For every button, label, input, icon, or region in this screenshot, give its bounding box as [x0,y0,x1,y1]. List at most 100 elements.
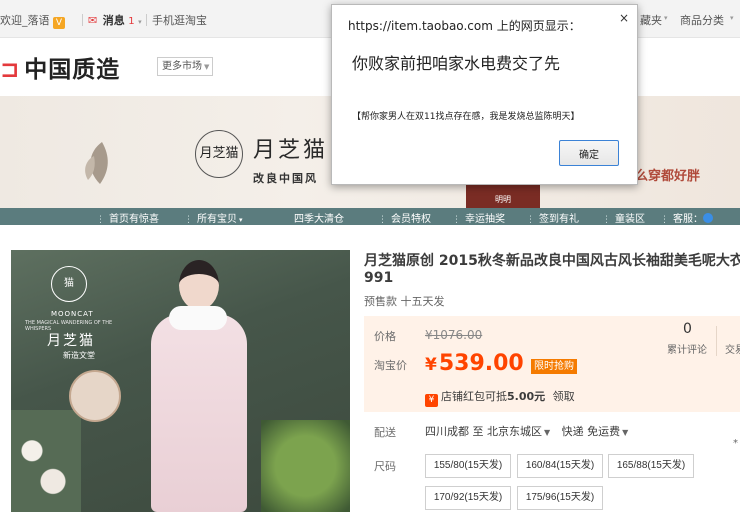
nav-item-all-items[interactable]: ⋮ 所有宝贝 ▾ [184,210,243,225]
product-title: 月芝猫原创 2015秋冬新品改良中国风古风长袖甜美毛呢大衣女 [364,253,740,269]
fur-collar [169,306,227,330]
dialog-sub-message: 【帮你家男人在双11找点存在感，我是发烧总监陈明天】 [352,112,580,122]
delivery-dropdown[interactable]: 快递 免运费 [562,425,621,438]
nav-item-lottery[interactable]: ⋮ 幸运抽奖 [452,210,505,225]
dialog-title: https://item.taobao.com 上的网页显示： [348,19,581,33]
chevron-down-icon: ▼ [622,428,629,437]
site-logo[interactable]: ⊐ 中国质造 [0,50,120,84]
vip-icon: V [53,17,65,29]
nav-dots-icon: ⋮ [526,215,535,225]
image-brand: 月芝猫 [47,333,95,349]
more-markets-label: 更多市场 [162,61,202,72]
nav-dots-icon: ⋮ [96,215,105,225]
image-brand-logo: 猫 [51,266,87,302]
price-label: 价格 [374,330,396,343]
chevron-down-icon: ▾ [664,14,668,22]
banner-badge-text: 明明 [495,195,511,204]
messages-count: 1 [128,16,135,27]
brand-logo-circle: 月芝猫 [195,130,243,178]
nav-item-member[interactable]: ⋮ 会员特权 [378,210,431,225]
nav-dots-icon: ⋮ [184,215,193,225]
logo-mark-icon: ⊐ [0,57,21,83]
coupon-icon: ¥ [425,394,438,407]
product-title-cont: 991 [364,270,394,286]
round-fan [69,370,121,422]
stats-divider [716,326,717,356]
nav-item-label: 四季大清仓 [294,214,344,225]
topbar-divider [146,14,147,26]
coupon-amount: 5.00元 [507,390,546,403]
image-brand-en: MOONCAT [51,310,94,318]
nav-item-label: 首页有惊喜 [109,214,159,225]
chevron-down-icon: ▼ [544,428,551,437]
coupon-text: 店铺红包可抵 [441,390,507,403]
nav-dots-icon: ⋮ [378,215,387,225]
review-label[interactable]: 累计评论 [667,341,707,356]
user-greeting[interactable]: 欢迎_落语 V [0,12,65,29]
messages-link[interactable]: ✉ 消息 1 ▾ [88,12,142,28]
currency-symbol: ¥ [425,355,437,375]
nav-item-label: 幸运抽奖 [465,214,505,225]
size-option[interactable]: 175/96(15天发) [517,486,603,510]
nav-item-service[interactable]: ⋮ 客服： [660,210,713,225]
chevron-down-icon: ▾ [239,216,243,224]
messages-label: 消息 [102,14,125,27]
shipping-label: 配送 [374,426,396,439]
size-option[interactable]: 170/92(15天发) [425,486,511,510]
ship-to-word: 至 [472,425,484,438]
ship-to-dropdown[interactable]: 北京东城区 [487,425,542,438]
model-head [179,260,219,310]
model-coat [151,314,247,512]
flowers-decoration [11,410,81,512]
size-option[interactable]: 165/88(15天发) [608,454,694,478]
chevron-down-icon: ▾ [730,14,734,22]
mobile-taobao-link[interactable]: 手机逛淘宝 [152,12,207,28]
nav-dots-icon: ⋮ [660,215,669,225]
trade-label[interactable]: 交易 [725,341,740,356]
shop-navbar: ⋮ 首页有惊喜 ⋮ 所有宝贝 ▾ 四季大清仓 ⋮ 会员特权 ⋮ 幸运抽奖 ⋮ 签到有礼 ⋮ 童… [0,208,740,225]
leaf-icon [85,142,108,184]
coupon-claim-link[interactable]: 领取 [553,390,575,403]
nav-dots-icon: ⋮ [452,215,461,225]
limited-sale-tag: 限时抢购 [531,359,577,374]
foliage-decoration [261,420,350,512]
user-name[interactable]: 欢迎_落语 [0,14,50,27]
chat-icon [703,213,713,223]
nav-dots-icon: ⋮ [602,215,611,225]
close-icon[interactable]: × [619,11,629,25]
nav-item-label: 客服： [673,214,703,225]
topbar-divider [82,14,83,26]
nav-item-clearance[interactable]: 四季大清仓 [294,210,344,225]
ship-from: 四川成都 [425,425,469,438]
nav-item-checkin[interactable]: ⋮ 签到有礼 [526,210,579,225]
size-option[interactable]: 160/84(15天发) [517,454,603,478]
shipping-row: 四川成都 至 北京东城区 ▼ 快递 免运费 ▼ [425,423,636,439]
categories-link[interactable]: 商品分类 [680,12,724,28]
presale-note: 预售款 十五天发 [364,295,445,308]
nav-item-label: 所有宝贝 [197,214,237,225]
dialog-message: 你败家前把咱家水电费交了先 [352,54,561,73]
image-brand-sub: 新造文堂 [63,351,95,360]
alert-dialog: https://item.taobao.com 上的网页显示： × 你败家前把咱… [331,4,638,185]
asterisk-icon: * [733,438,738,449]
brand-slogan: 改良中国风 [253,172,318,185]
favorites-link[interactable]: 藏夹 [640,12,662,28]
review-count[interactable]: 0 [683,321,692,337]
taobao-price-label: 淘宝价 [374,359,407,372]
brand-name: 月芝猫 [253,138,329,163]
nav-item-home[interactable]: ⋮ 首页有惊喜 [96,210,159,225]
original-price: ¥1076.00 [425,328,483,342]
sale-price: ¥539.00 [425,351,524,376]
chevron-down-icon: ▼ [204,63,210,71]
nav-item-kids[interactable]: ⋮ 童装区 [602,210,645,225]
size-label: 尺码 [374,460,396,473]
logo-text: 中国质造 [24,57,121,83]
nav-item-label: 会员特权 [391,214,431,225]
ok-button[interactable]: 确定 [559,140,619,166]
more-markets-dropdown[interactable]: 更多市场 ▼ [157,57,213,76]
size-option[interactable]: 155/80(15天发) [425,454,511,478]
shop-coupon: ¥ 店铺红包可抵5.00元 领取 [425,388,575,407]
product-main-image[interactable]: 猫 MOONCAT THE MAGICAL WANDERING OF THE W… [11,250,350,512]
nav-item-label: 童装区 [615,214,645,225]
chevron-down-icon: ▾ [138,18,142,26]
